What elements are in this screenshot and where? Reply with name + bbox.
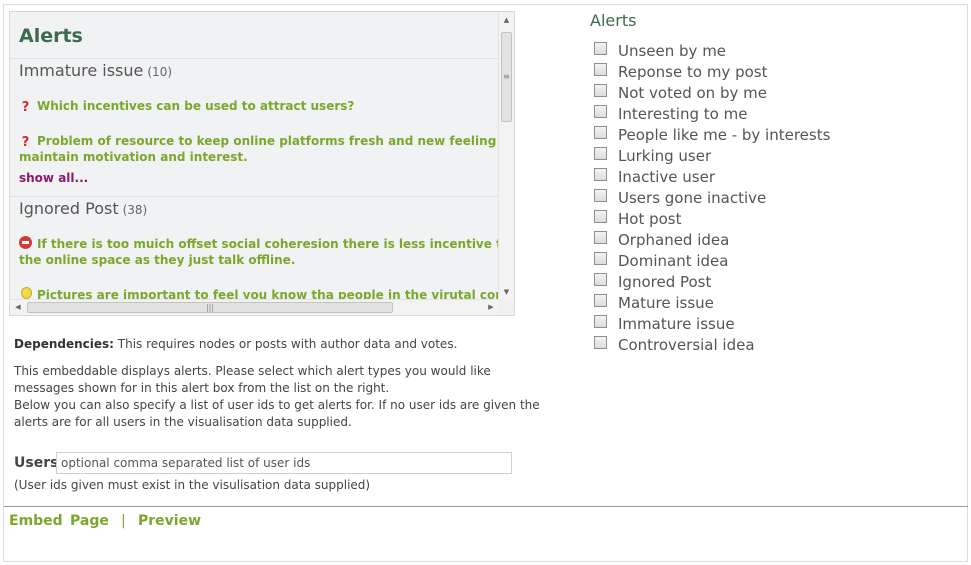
- alert-link-incentives[interactable]: ? Which incentives can be used to attract…: [19, 98, 499, 114]
- question-icon: ?: [21, 100, 30, 115]
- alert-type-item[interactable]: Controversial idea: [594, 334, 830, 355]
- con-icon: [19, 236, 32, 249]
- alert-text: If there is too muich offset social cohe…: [19, 237, 499, 267]
- alert-type-checkbox[interactable]: [594, 105, 607, 118]
- alert-type-item[interactable]: Ignored Post: [594, 271, 830, 292]
- alert-type-checkbox[interactable]: [594, 273, 607, 286]
- alert-type-checkbox[interactable]: [594, 63, 607, 76]
- alert-type-label: People like me - by interests: [618, 125, 831, 144]
- alert-type-label: Not voted on by me: [618, 83, 767, 102]
- alert-types-list: Unseen by me Reponse to my post Not voted …: [594, 40, 830, 355]
- alert-type-checkbox[interactable]: [594, 42, 607, 55]
- divider: [10, 58, 499, 59]
- preview-link[interactable]: Preview: [138, 513, 201, 529]
- section-name: Ignored Post: [19, 199, 119, 218]
- alert-type-label: Dominant idea: [618, 251, 729, 270]
- show-all-link[interactable]: show all...: [19, 171, 88, 185]
- horizontal-scroll-thumb[interactable]: |||: [27, 302, 393, 313]
- alert-type-checkbox[interactable]: [594, 126, 607, 139]
- alerts-preview-box: Alerts Immature issue (10) ? Which incenti…: [9, 11, 515, 316]
- footer-separator: |: [121, 513, 126, 529]
- users-input[interactable]: [56, 452, 512, 474]
- description-line: This embeddable displays alerts. Please …: [14, 364, 491, 378]
- users-label: Users: [14, 455, 59, 471]
- alert-type-item[interactable]: Dominant idea: [594, 250, 830, 271]
- alerts-preview-content: Alerts Immature issue (10) ? Which incenti…: [10, 12, 499, 300]
- alert-type-label: Reponse to my post: [618, 62, 768, 81]
- vertical-scroll-thumb[interactable]: ≡: [501, 32, 512, 122]
- alert-type-label: Orphaned idea: [618, 230, 730, 249]
- alert-type-label: Lurking user: [618, 146, 712, 165]
- dependencies-label: Dependencies:: [14, 337, 114, 351]
- alert-link-social-cohesion[interactable]: If there is too muich offset social cohe…: [19, 236, 499, 268]
- alert-type-item[interactable]: Reponse to my post: [594, 61, 830, 82]
- alert-type-checkbox[interactable]: [594, 147, 607, 160]
- section-heading-ignored-post: Ignored Post (38): [19, 199, 147, 218]
- section-heading-immature-issue: Immature issue (10): [19, 61, 172, 80]
- description-text: This embeddable displays alerts. Please …: [14, 363, 574, 431]
- vertical-scrollbar[interactable]: ▲ ≡ ▼: [498, 12, 514, 300]
- alert-type-checkbox[interactable]: [594, 315, 607, 328]
- alert-link-resource-problem[interactable]: ? Problem of resource to keep online plat…: [19, 133, 499, 165]
- alert-type-checkbox[interactable]: [594, 189, 607, 202]
- footer-divider: [4, 506, 968, 507]
- alert-type-checkbox[interactable]: [594, 84, 607, 97]
- alert-type-label: Hot post: [618, 209, 682, 228]
- alert-type-label: Interesting to me: [618, 104, 748, 123]
- scroll-down-arrow-icon[interactable]: ▼: [499, 284, 514, 300]
- alert-text: Problem of resource to keep online platf…: [19, 134, 499, 164]
- description-line: Below you can also specify a list of use…: [14, 398, 540, 412]
- divider: [10, 196, 499, 197]
- alert-type-checkbox[interactable]: [594, 294, 607, 307]
- alert-type-item[interactable]: Hot post: [594, 208, 830, 229]
- alert-type-item[interactable]: Immature issue: [594, 313, 830, 334]
- description-line: alerts are for all users in the visualis…: [14, 415, 352, 429]
- alert-type-item[interactable]: Lurking user: [594, 145, 830, 166]
- scroll-right-arrow-icon[interactable]: ▶: [483, 300, 499, 315]
- alert-type-label: Immature issue: [618, 314, 735, 333]
- alert-type-item[interactable]: People like me - by interests: [594, 124, 830, 145]
- alert-type-checkbox[interactable]: [594, 231, 607, 244]
- section-count: (10): [147, 65, 173, 79]
- alert-type-item[interactable]: Users gone inactive: [594, 187, 830, 208]
- preview-title: Alerts: [19, 25, 83, 47]
- alert-type-checkbox[interactable]: [594, 168, 607, 181]
- scroll-up-arrow-icon[interactable]: ▲: [499, 12, 514, 28]
- alert-type-label: Unseen by me: [618, 41, 727, 60]
- question-icon: ?: [21, 135, 30, 150]
- alert-type-checkbox[interactable]: [594, 252, 607, 265]
- scrollbar-corner: [498, 299, 514, 315]
- alert-type-label: Mature issue: [618, 293, 714, 312]
- embed-link[interactable]: Embed: [9, 513, 63, 529]
- alert-type-item[interactable]: Inactive user: [594, 166, 830, 187]
- scroll-left-arrow-icon[interactable]: ◀: [10, 300, 26, 315]
- section-count: (38): [122, 203, 148, 217]
- alert-type-item[interactable]: Interesting to me: [594, 103, 830, 124]
- dependencies-value: This requires nodes or posts with author…: [113, 337, 458, 351]
- section-name: Immature issue: [19, 61, 144, 80]
- alert-types-title: Alerts: [590, 11, 637, 30]
- page-link[interactable]: Page: [70, 513, 109, 529]
- alert-type-label: Controversial idea: [618, 335, 755, 354]
- alert-type-label: Ignored Post: [618, 272, 712, 291]
- users-note: (User ids given must exist in the visuli…: [14, 478, 371, 492]
- alert-type-label: Inactive user: [618, 167, 716, 186]
- alert-type-item[interactable]: Orphaned idea: [594, 229, 830, 250]
- alert-text: Which incentives can be used to attract …: [37, 99, 355, 113]
- alert-type-label: Users gone inactive: [618, 188, 767, 207]
- dependencies-text: Dependencies: This requires nodes or pos…: [14, 336, 574, 353]
- alert-type-checkbox[interactable]: [594, 210, 607, 223]
- alert-type-item[interactable]: Unseen by me: [594, 40, 830, 61]
- horizontal-scrollbar[interactable]: ◀ ||| ▶: [10, 299, 499, 315]
- description-line: messages shown for in this alert box fro…: [14, 381, 390, 395]
- alert-type-item[interactable]: Not voted on by me: [594, 82, 830, 103]
- alert-type-item[interactable]: Mature issue: [594, 292, 830, 313]
- alert-type-checkbox[interactable]: [594, 336, 607, 349]
